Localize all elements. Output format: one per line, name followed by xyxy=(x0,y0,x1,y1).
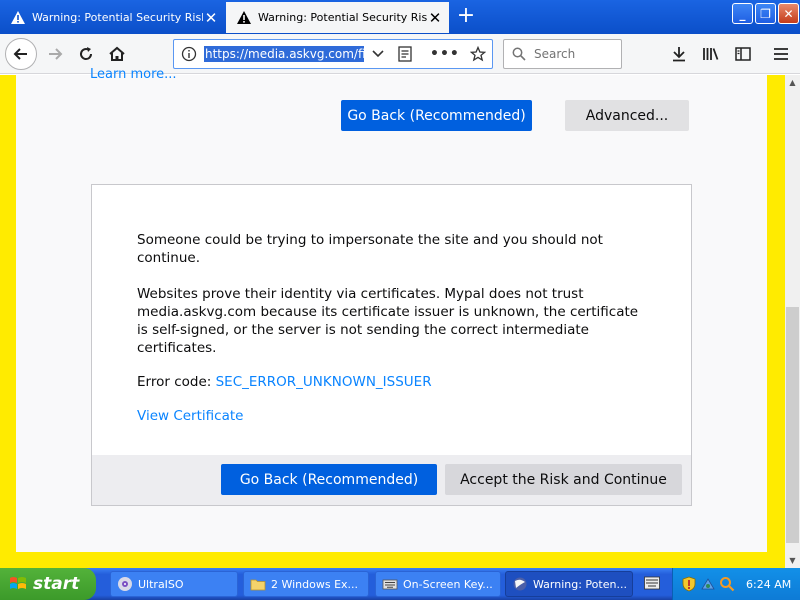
back-arrow-icon xyxy=(13,48,27,60)
tab-close-icon[interactable]: ✕ xyxy=(203,9,219,27)
accept-risk-button[interactable]: Accept the Risk and Continue xyxy=(445,464,682,495)
search-icon xyxy=(512,47,526,61)
folder-icon xyxy=(250,579,266,591)
sidebar-button[interactable] xyxy=(728,39,758,69)
scroll-up-arrow-icon[interactable]: ▲ xyxy=(785,75,800,90)
forward-arrow-icon xyxy=(49,48,63,60)
view-certificate-link[interactable]: View Certificate xyxy=(137,408,243,424)
keyboard-icon xyxy=(382,579,398,590)
reader-view-icon[interactable] xyxy=(396,46,414,62)
ultraiso-icon xyxy=(118,577,132,591)
vertical-scrollbar[interactable]: ▲ ▼ xyxy=(785,75,800,568)
url-text[interactable]: https://media.askvg.com/files xyxy=(204,46,364,62)
chevron-down-icon[interactable] xyxy=(370,50,386,58)
search-input[interactable] xyxy=(534,47,614,61)
close-window-button[interactable]: ✕ xyxy=(778,3,799,24)
advanced-button[interactable]: Advanced... xyxy=(565,100,689,131)
search-tray-icon[interactable] xyxy=(719,576,735,592)
scrollbar-thumb[interactable] xyxy=(786,307,799,543)
new-tab-button[interactable]: + xyxy=(455,4,477,30)
taskbar-item-label: 2 Windows Ex... xyxy=(271,577,359,591)
download-icon xyxy=(673,47,685,62)
system-clock: 6:24 AM xyxy=(746,577,792,591)
taskbar-item-windows-explorer[interactable]: 2 Windows Ex... ▼ xyxy=(243,571,369,597)
tab-close-icon[interactable]: ✕ xyxy=(427,9,443,27)
warning-icon xyxy=(11,10,25,24)
menu-button[interactable] xyxy=(766,39,796,69)
scroll-down-arrow-icon[interactable]: ▼ xyxy=(785,553,800,568)
certificate-explanation-text: Websites prove their identity via certif… xyxy=(137,286,639,356)
reload-button[interactable] xyxy=(71,39,101,69)
advanced-panel-footer: Go Back (Recommended) Accept the Risk an… xyxy=(92,455,691,505)
tab-strip: Warning: Potential Security Risk Ahead ✕… xyxy=(0,0,800,34)
system-tray: 6:24 AM xyxy=(672,568,800,600)
browser-icon xyxy=(513,577,527,591)
minimize-button[interactable]: _ xyxy=(732,3,753,24)
taskbar-item-label: Warning: Poten... xyxy=(533,577,627,591)
reload-icon xyxy=(80,47,93,60)
error-code-row: Error code: SEC_ERROR_UNKNOWN_ISSUER xyxy=(137,374,432,390)
tab-warning-1[interactable]: Warning: Potential Security Risk Ahead ✕ xyxy=(0,2,225,33)
tab-warning-2[interactable]: Warning: Potential Security Risk Ahead ✕ xyxy=(226,2,449,33)
taskbar-item-on-screen-keyboard[interactable]: On-Screen Key... xyxy=(375,571,501,597)
chevron-down-icon: ▼ xyxy=(368,580,369,589)
bookmark-star-icon[interactable] xyxy=(468,46,488,62)
downloads-button[interactable] xyxy=(664,39,694,69)
network-icon[interactable] xyxy=(700,576,716,592)
keyboard-tray-icon[interactable] xyxy=(644,576,660,590)
taskbar-item-label: UltraISO xyxy=(138,577,184,591)
search-box[interactable] xyxy=(503,39,622,69)
windows-logo-icon xyxy=(10,577,26,589)
impersonation-warning-text: Someone could be trying to impersonate t… xyxy=(137,232,603,266)
taskbar: start UltraISO 2 Windows Ex... ▼ On-Scre… xyxy=(0,568,800,600)
start-label: start xyxy=(33,574,80,594)
home-icon xyxy=(109,46,125,61)
warning-icon xyxy=(237,10,251,24)
error-code-link[interactable]: SEC_ERROR_UNKNOWN_ISSUER xyxy=(216,374,432,390)
taskbar-item-ultraiso[interactable]: UltraISO xyxy=(110,571,238,597)
error-page: Learn more... Go Back (Recommended) Adva… xyxy=(16,67,767,552)
home-button[interactable] xyxy=(102,39,132,69)
site-info-icon[interactable] xyxy=(174,40,204,68)
sidebar-icon xyxy=(735,47,751,61)
tab-title: Warning: Potential Security Risk Ahead xyxy=(32,11,203,24)
library-icon xyxy=(703,48,719,60)
start-button[interactable]: start xyxy=(0,568,96,600)
page-actions-icon[interactable]: ••• xyxy=(430,46,460,62)
library-button[interactable] xyxy=(696,39,726,69)
address-bar[interactable]: https://media.askvg.com/files ••• xyxy=(173,39,493,69)
taskbar-item-browser[interactable]: Warning: Poten... xyxy=(505,571,633,597)
learn-more-link[interactable]: Learn more... xyxy=(90,67,177,82)
hamburger-menu-icon xyxy=(774,48,788,60)
taskbar-item-label: On-Screen Key... xyxy=(403,577,493,591)
maximize-button[interactable]: ❐ xyxy=(755,3,776,24)
tab-title: Warning: Potential Security Risk Ahead xyxy=(258,11,427,24)
error-code-label: Error code: xyxy=(137,374,216,390)
go-back-button[interactable]: Go Back (Recommended) xyxy=(341,100,532,131)
content-area: Learn more... Go Back (Recommended) Adva… xyxy=(0,67,785,568)
security-shield-icon[interactable] xyxy=(681,576,697,592)
advanced-panel: Someone could be trying to impersonate t… xyxy=(91,184,692,506)
forward-button[interactable] xyxy=(40,39,70,69)
go-back-button-bottom[interactable]: Go Back (Recommended) xyxy=(221,464,437,495)
back-button[interactable] xyxy=(5,38,37,70)
